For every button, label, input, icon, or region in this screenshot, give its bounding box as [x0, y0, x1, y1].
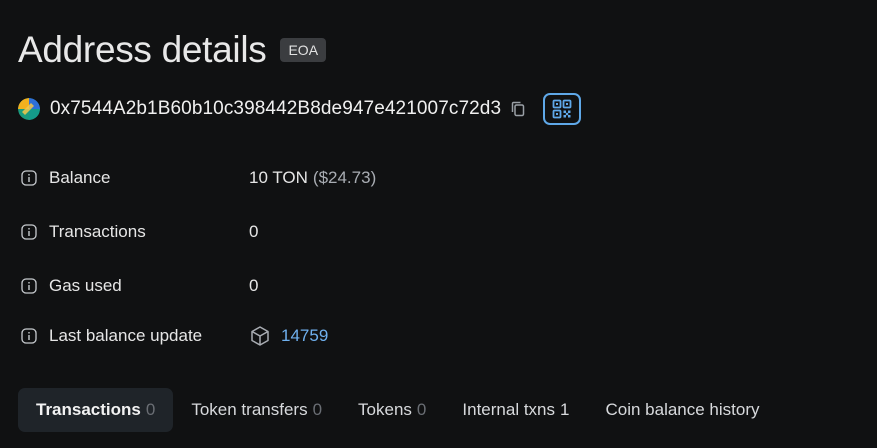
tab-token-transfers[interactable]: Token transfers 0 [173, 388, 340, 432]
info-icon[interactable] [20, 170, 37, 187]
info-icon[interactable] [20, 328, 37, 345]
info-icon[interactable] [20, 224, 37, 241]
tab-count: 1 [560, 400, 570, 419]
qr-code-icon [552, 99, 572, 119]
address-hash[interactable]: 0x7544A2b1B60b10c398442B8de947e421007c72… [50, 98, 501, 120]
tab-internal-txns[interactable]: Internal txns 1 [444, 388, 587, 432]
address-type-badge: EOA [280, 38, 327, 62]
last-balance-update-label: Last balance update [49, 326, 203, 345]
block-number-link[interactable]: 14759 [281, 326, 328, 346]
tab-label: Transactions [36, 400, 141, 419]
tab-count: 0 [312, 400, 323, 419]
balance-amount: 10 TON [249, 168, 308, 187]
copy-icon[interactable] [509, 100, 527, 118]
balance-value: 10 TON ($24.73) [249, 168, 376, 188]
identicon-icon [18, 98, 40, 120]
balance-label: Balance [49, 168, 111, 187]
block-cube-icon [249, 325, 271, 347]
last-balance-update-row: Last balance update 14759 [20, 318, 328, 354]
address-tabs: Transactions 0 Token transfers 0 Tokens … [18, 388, 778, 432]
gas-used-value: 0 [249, 276, 259, 295]
info-icon[interactable] [20, 278, 37, 295]
transactions-value: 0 [249, 222, 259, 241]
tab-label: Tokens [358, 400, 412, 419]
transactions-row: Transactions 0 [20, 214, 258, 250]
tab-label: Coin balance history [605, 400, 760, 419]
address-row: 0x7544A2b1B60b10c398442B8de947e421007c72… [18, 92, 582, 126]
tab-transactions[interactable]: Transactions 0 [18, 388, 174, 432]
balance-row: Balance 10 TON ($24.73) [20, 160, 376, 196]
qr-code-button[interactable] [543, 93, 582, 125]
tab-count: 0 [145, 400, 156, 419]
transactions-label: Transactions [49, 222, 146, 241]
last-balance-update-value: 14759 [249, 325, 328, 347]
gas-used-row: Gas used 0 [20, 268, 258, 304]
page-title: Address details [18, 29, 267, 70]
title-row: Address details EOA [18, 27, 327, 73]
tab-label: Internal txns [462, 400, 555, 419]
gas-used-label: Gas used [49, 276, 122, 295]
tab-label: Token transfers [191, 400, 308, 419]
tab-count: 0 [416, 400, 427, 419]
balance-usd: ($24.73) [312, 168, 377, 187]
tab-coin-balance-history[interactable]: Coin balance history [587, 388, 777, 432]
tab-tokens[interactable]: Tokens 0 [340, 388, 444, 432]
